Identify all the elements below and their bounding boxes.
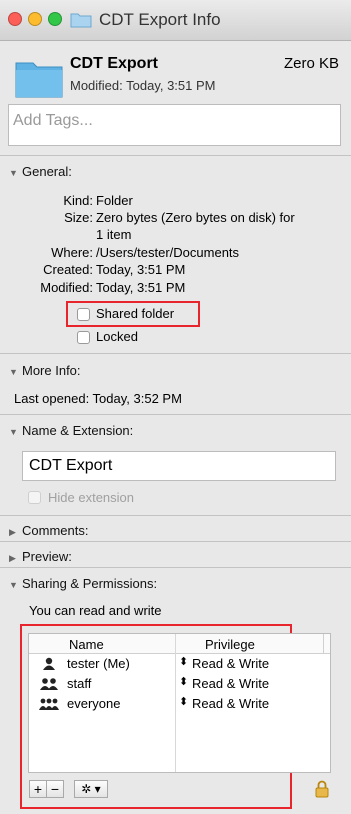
window-title: CDT Export Info [99, 10, 221, 29]
info-window: CDT Export Info CDT Export Zero KB Modif… [0, 0, 351, 814]
name-input-value: CDT Export [29, 457, 113, 474]
section-sharing-label: Sharing & Permissions: [22, 576, 158, 591]
folder-icon [70, 13, 92, 28]
column-header-privilege[interactable]: Privilege [205, 637, 255, 656]
info-label: Kind: [63, 193, 93, 208]
stepper-icon[interactable]: ⬍ [179, 675, 188, 688]
shared-folder-label: Shared folder [96, 306, 175, 321]
divider [0, 515, 351, 516]
divider [0, 353, 351, 354]
info-label: Where: [51, 245, 93, 260]
tags-placeholder: Add Tags... [13, 112, 93, 129]
section-general-toggle[interactable]: ▼ General: [9, 164, 72, 179]
disclosure-open-icon: ▼ [9, 580, 18, 590]
hide-extension-label: Hide extension [48, 490, 134, 505]
file-modified: Modified: Today, 3:51 PM [70, 78, 216, 93]
section-name-extension-toggle[interactable]: ▼ Name & Extension: [9, 423, 133, 438]
file-header: CDT Export Zero KB Modified: Today, 3:51… [0, 41, 351, 103]
disclosure-open-icon: ▼ [9, 367, 18, 377]
hide-extension-checkbox[interactable] [28, 491, 41, 504]
last-opened: Last opened: Today, 3:52 PM [14, 391, 182, 406]
info-value: /Users/tester/Documents [96, 245, 240, 260]
user-name: tester (Me) [67, 656, 130, 671]
info-label: Modified: [40, 280, 93, 295]
section-more-info-toggle[interactable]: ▼ More Info: [9, 363, 81, 378]
disclosure-open-icon: ▼ [9, 168, 18, 178]
section-name-extension-label: Name & Extension: [22, 423, 134, 438]
person-icon [43, 657, 55, 670]
privilege-value: Read & Write [192, 656, 270, 671]
zoom-button[interactable] [48, 12, 62, 26]
locked-checkbox[interactable] [77, 331, 90, 344]
section-preview-toggle[interactable]: ▶ Preview: [9, 549, 72, 564]
section-comments-toggle[interactable]: ▶ Comments: [9, 523, 88, 538]
user-name: everyone [67, 696, 121, 711]
group-icon [40, 678, 58, 690]
disclosure-closed-icon: ▶ [9, 553, 16, 563]
section-comments-label: Comments: [22, 523, 89, 538]
file-size: Zero KB [283, 55, 339, 72]
section-preview-label: Preview: [22, 549, 72, 564]
divider [0, 414, 351, 415]
info-label: Created: [43, 262, 93, 277]
close-button[interactable] [8, 12, 22, 26]
section-general-label: General: [22, 164, 72, 179]
shared-folder-checkbox[interactable] [77, 308, 90, 321]
column-header-name[interactable]: Name [69, 637, 104, 656]
everyone-icon [39, 698, 59, 710]
divider [0, 541, 351, 542]
info-value: Zero bytes (Zero bytes on disk) for [96, 210, 295, 225]
folder-icon [15, 62, 63, 98]
info-value: Today, 3:51 PM [96, 280, 186, 295]
locked-label: Locked [96, 329, 138, 344]
column-divider [323, 634, 324, 653]
divider [0, 155, 351, 156]
name-input[interactable]: CDT Export [22, 451, 336, 481]
info-value: 1 item [96, 227, 132, 242]
stepper-icon[interactable]: ⬍ [179, 655, 188, 668]
section-sharing-toggle[interactable]: ▼ Sharing & Permissions: [9, 576, 157, 591]
privilege-value: Read & Write [192, 676, 270, 691]
disclosure-closed-icon: ▶ [9, 527, 16, 537]
disclosure-open-icon: ▼ [9, 427, 18, 437]
user-name: staff [67, 676, 92, 691]
sharing-summary: You can read and write [29, 603, 162, 618]
permissions-table: Name Privilege tester (Me) ⬍ Read & Writ… [28, 633, 331, 773]
stepper-icon[interactable]: ⬍ [179, 695, 188, 708]
table-row[interactable]: everyone ⬍ Read & Write [29, 695, 330, 714]
section-more-info-label: More Info: [22, 363, 81, 378]
minimize-button[interactable] [28, 12, 42, 26]
privilege-value: Read & Write [192, 696, 270, 711]
info-label: Size: [64, 210, 93, 225]
divider [0, 567, 351, 568]
title-bar: CDT Export Info [0, 0, 351, 41]
file-name: CDT Export [70, 55, 158, 72]
table-row[interactable]: tester (Me) ⬍ Read & Write [29, 655, 330, 674]
table-row[interactable]: staff ⬍ Read & Write [29, 675, 330, 694]
add-button[interactable]: + [29, 780, 47, 798]
action-menu-button[interactable]: ✲ ▾ [74, 780, 108, 798]
info-value: Today, 3:51 PM [96, 262, 186, 277]
lock-icon[interactable] [315, 780, 329, 798]
remove-button[interactable]: − [46, 780, 64, 798]
info-value: Folder [96, 193, 133, 208]
tags-input[interactable]: Add Tags... [8, 104, 341, 146]
